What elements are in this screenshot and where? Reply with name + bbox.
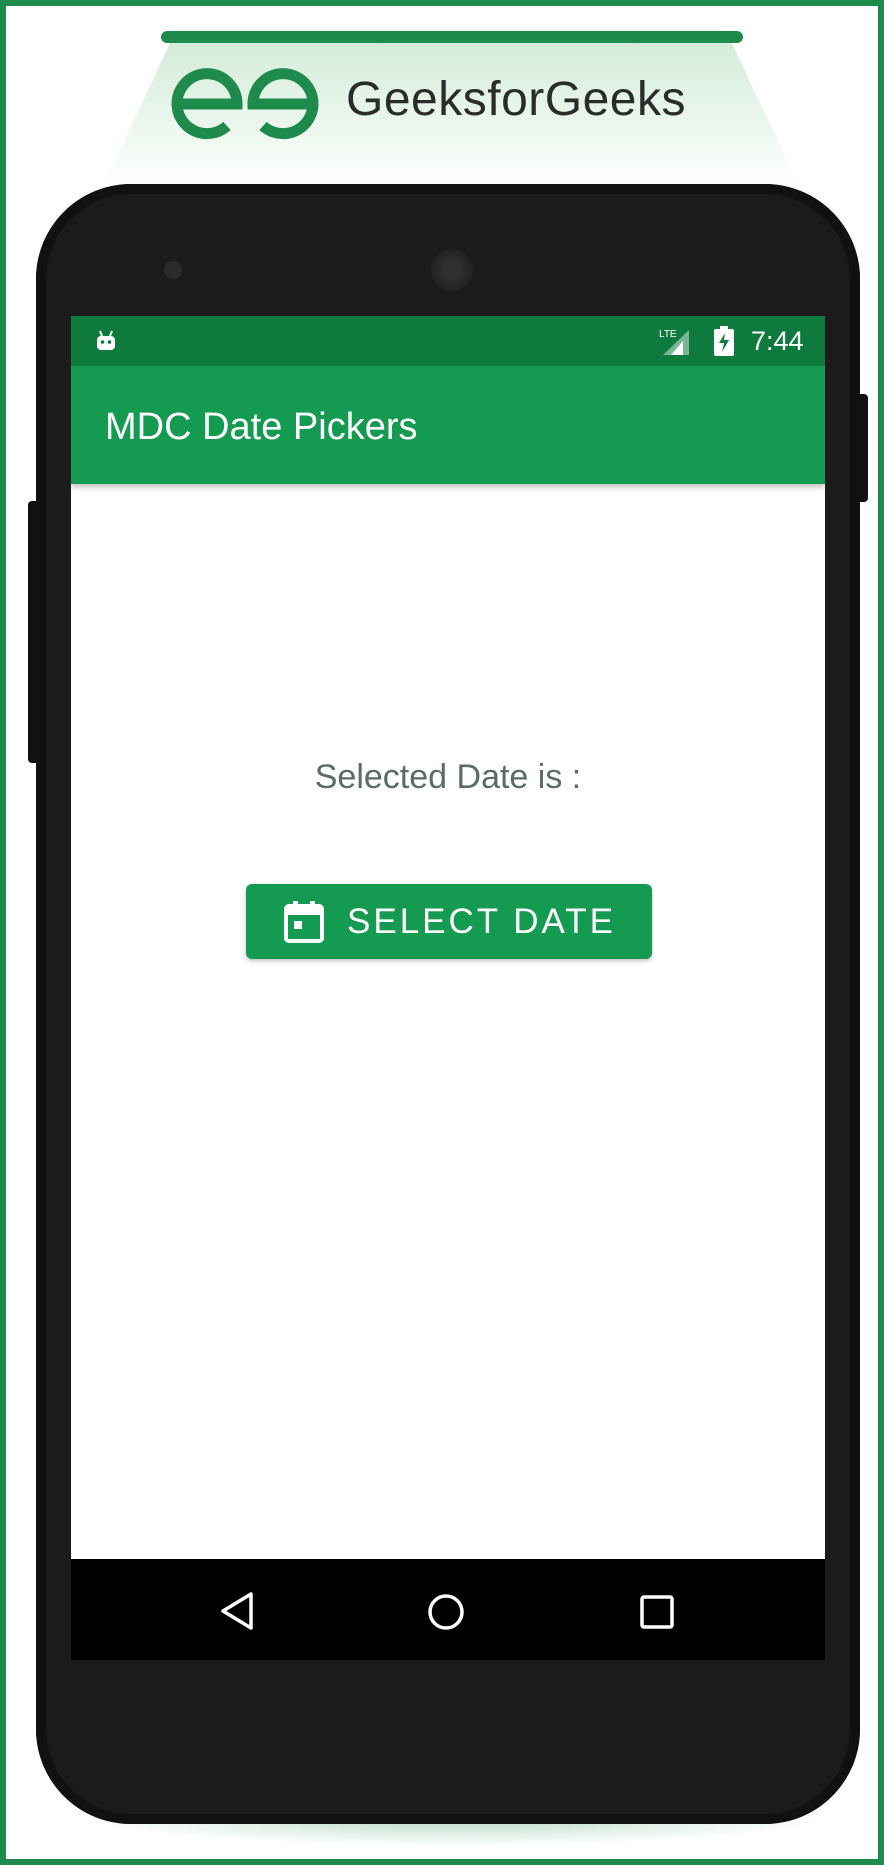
- status-bar: LTE 7:44: [71, 316, 825, 366]
- earpiece-speaker: [431, 249, 473, 291]
- recents-icon[interactable]: [639, 1594, 675, 1630]
- selected-date-label: Selected Date is :: [314, 758, 582, 796]
- lte-signal-icon: LTE: [659, 329, 689, 355]
- home-icon[interactable]: [426, 1592, 466, 1632]
- back-icon[interactable]: [219, 1591, 255, 1631]
- logo-text: GeeksforGeeks: [346, 73, 686, 126]
- banner-bar: [161, 31, 743, 43]
- navigation-bar: [71, 1559, 825, 1660]
- battery-charging-icon: [714, 326, 734, 356]
- select-date-button-label: SELECT DATE: [347, 902, 616, 941]
- app-title: MDC Date Pickers: [105, 406, 418, 448]
- device-screen: LTE 7:44 MDC Date Pickers Selected Date …: [71, 316, 825, 1660]
- calendar-icon: [284, 901, 324, 943]
- lte-label: LTE: [659, 329, 677, 340]
- app-bar: MDC Date Pickers: [71, 366, 825, 484]
- geeksforgeeks-logo-icon: [171, 68, 319, 140]
- select-date-button[interactable]: SELECT DATE: [246, 884, 652, 959]
- android-debug-icon: [97, 330, 115, 350]
- front-camera: [164, 261, 182, 279]
- status-time: 7:44: [751, 326, 804, 356]
- page-frame: GeeksforGeeks LTE 7:44 MDC Date Pickers …: [0, 0, 884, 1865]
